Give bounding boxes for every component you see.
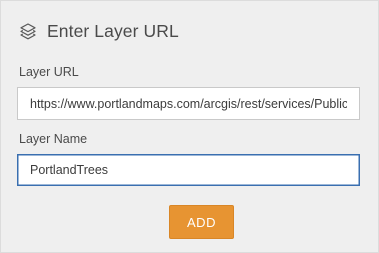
add-button[interactable]: ADD xyxy=(169,205,234,239)
panel-title: Enter Layer URL xyxy=(47,20,179,41)
layer-url-label: Layer URL xyxy=(19,65,79,79)
layers-icon xyxy=(19,22,37,40)
panel-header: Enter Layer URL xyxy=(19,20,179,42)
enter-layer-url-panel: Enter Layer URL Layer URL Layer Name ADD xyxy=(0,0,379,253)
layer-name-input[interactable] xyxy=(17,154,360,186)
layer-url-input[interactable] xyxy=(17,87,360,120)
layer-name-label: Layer Name xyxy=(19,132,88,146)
